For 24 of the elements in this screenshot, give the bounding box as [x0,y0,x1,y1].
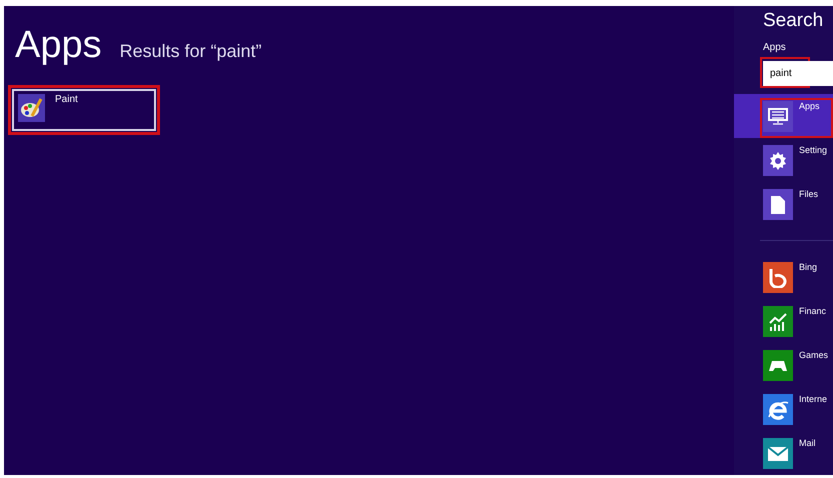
results-subtitle: Results for “paint” [120,41,262,62]
search-target-item[interactable]: Apps [734,94,833,138]
item-label: Games [799,350,828,360]
search-target-item[interactable]: Financ [734,299,833,343]
item-label: Interne [799,394,828,404]
app-tile[interactable]: Paint [12,89,156,131]
search-target-item[interactable]: Games [734,343,833,387]
app-name: Paint [55,94,78,105]
item-label: Files [799,189,818,200]
search-target-item[interactable]: Files [734,182,833,226]
item-label: Financ [799,306,826,316]
search-target-item[interactable]: Bing [734,255,833,299]
panel-title: Search [763,10,824,32]
scope-label: Apps [763,42,787,53]
item-label: Mail [799,438,816,448]
search-target-item[interactable]: Setting [734,138,833,182]
paint-palette-icon [18,94,45,122]
page-title: Apps [15,24,102,67]
search-field[interactable]: paint [763,61,833,86]
item-label: Bing [799,262,818,272]
item-label: Setting [799,145,828,156]
item-label: Apps [799,101,820,112]
search-target-item[interactable]: Mail [734,431,833,475]
search-target-item[interactable]: Interne [734,387,833,431]
